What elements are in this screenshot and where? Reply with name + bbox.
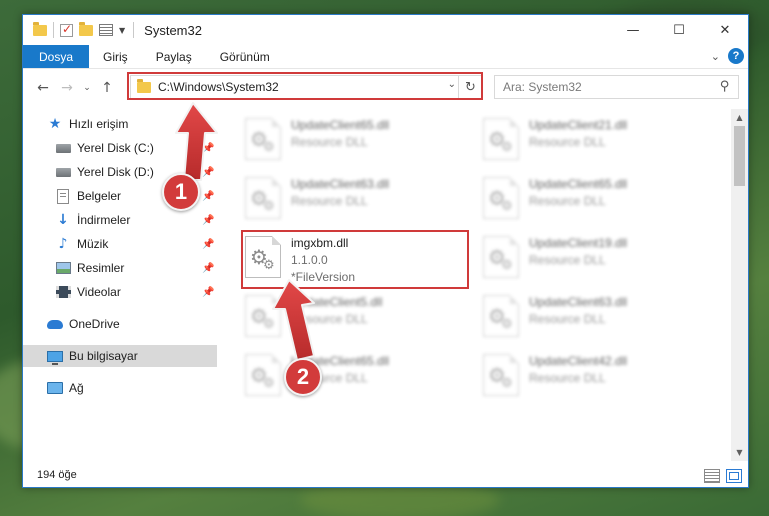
arrow-1-icon [175,102,218,181]
arrow-2-icon [272,279,315,361]
step-1-badge: 1 [162,173,200,211]
annotation-arrows [175,102,315,361]
step-2-badge: 2 [284,358,322,396]
